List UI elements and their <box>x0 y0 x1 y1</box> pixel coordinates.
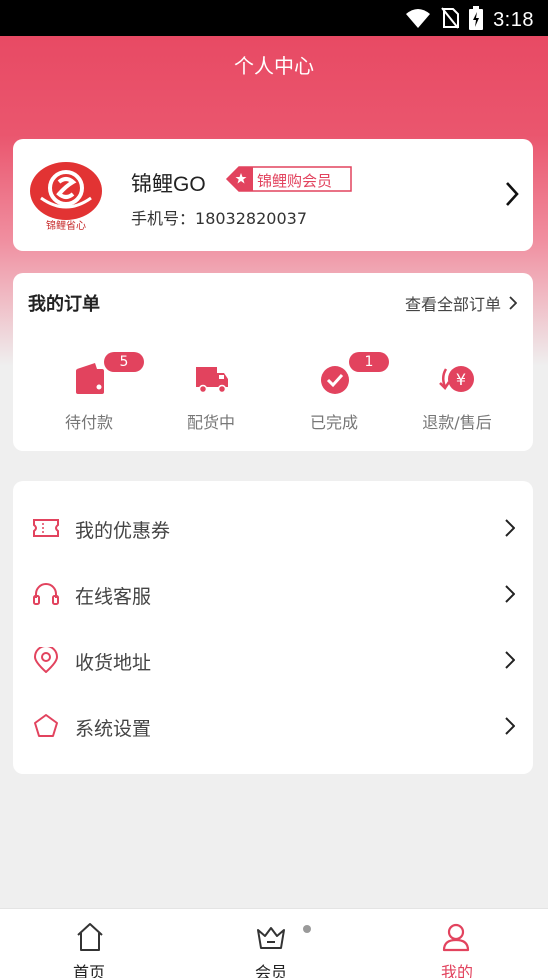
member-label: 锦鲤购会员 <box>257 172 333 190</box>
tab-member[interactable]: 会员 <box>182 909 364 978</box>
wallet-icon <box>76 363 104 394</box>
profile-card[interactable]: 锦鲤省心 锦鲤GO 锦鲤购会员 手机号：18032820037 <box>13 139 533 251</box>
refund-icon: ¥ <box>439 366 474 392</box>
chevron-right-icon <box>505 585 515 603</box>
chevron-right-icon <box>505 519 515 537</box>
menu-label: 在线客服 <box>75 586 152 608</box>
no-sim-icon <box>441 7 460 33</box>
order-badge: 5 <box>104 352 144 372</box>
menu-item-shipping-address[interactable]: 收货地址 <box>13 627 533 693</box>
pentagon-settings-icon <box>34 714 58 737</box>
order-label: 待付款 <box>64 413 113 432</box>
coupon-icon <box>33 519 59 537</box>
menu-label: 我的优惠券 <box>75 520 171 542</box>
menu-item-system-settings[interactable]: 系统设置 <box>13 693 533 759</box>
svg-text:锦鲤省心: 锦鲤省心 <box>46 219 86 232</box>
tab-bar: 首页 会员 我的 <box>0 908 548 978</box>
chevron-right-icon <box>505 717 515 735</box>
tab-label: 我的 <box>440 963 473 978</box>
battery-charging-icon <box>469 6 484 34</box>
tab-label: 会员 <box>254 963 287 978</box>
wifi-icon <box>405 7 431 33</box>
user-name: 锦鲤GO <box>131 173 206 196</box>
view-all-orders-label: 查看全部订单 <box>404 295 501 314</box>
chevron-right-icon <box>509 296 517 310</box>
tab-label: 首页 <box>72 963 105 978</box>
menu-label: 收货地址 <box>75 652 152 674</box>
phone-label: 手机号： <box>131 209 196 228</box>
order-label: 退款/售后 <box>422 413 492 432</box>
location-pin-icon <box>33 647 59 673</box>
phone-number: 18032820037 <box>195 209 307 228</box>
home-icon <box>77 923 103 951</box>
tab-mine[interactable]: 我的 <box>364 909 546 978</box>
crown-icon <box>257 927 285 949</box>
menu-item-customer-service[interactable]: 在线客服 <box>13 561 533 627</box>
brand-logo-icon: 锦鲤省心 <box>30 162 102 232</box>
phone-row: 手机号：18032820037 <box>131 205 307 229</box>
status-icons: 3:18 <box>405 6 534 34</box>
check-circle-icon <box>321 366 349 394</box>
menu-card: 我的优惠券 在线客服 收货地址 系统设置 <box>13 481 533 774</box>
chevron-right-icon <box>505 651 515 669</box>
member-badge: 锦鲤购会员 <box>223 166 353 192</box>
tab-home[interactable]: 首页 <box>0 909 182 978</box>
orders-card: 我的订单 查看全部订单 5 待付款 配货中 1 已完成 ¥ 退款/售后 <box>13 273 533 451</box>
svg-text:¥: ¥ <box>456 370 466 389</box>
avatar: 锦鲤省心 <box>29 158 103 232</box>
chevron-right-icon[interactable] <box>505 181 519 211</box>
order-label: 已完成 <box>309 413 358 432</box>
order-badge: 1 <box>349 352 389 372</box>
status-time: 3:18 <box>493 8 534 31</box>
notification-dot <box>303 925 311 933</box>
headset-icon <box>33 583 59 605</box>
page-title: 个人中心 <box>234 54 314 78</box>
menu-label: 系统设置 <box>75 718 152 740</box>
order-label: 配货中 <box>186 413 235 432</box>
truck-icon <box>196 367 228 394</box>
orders-title: 我的订单 <box>28 294 100 315</box>
user-icon <box>442 923 470 952</box>
view-all-orders-link[interactable]: 查看全部订单 <box>405 291 517 315</box>
menu-item-coupons[interactable]: 我的优惠券 <box>13 495 533 561</box>
status-bar: 3:18 <box>0 0 548 36</box>
